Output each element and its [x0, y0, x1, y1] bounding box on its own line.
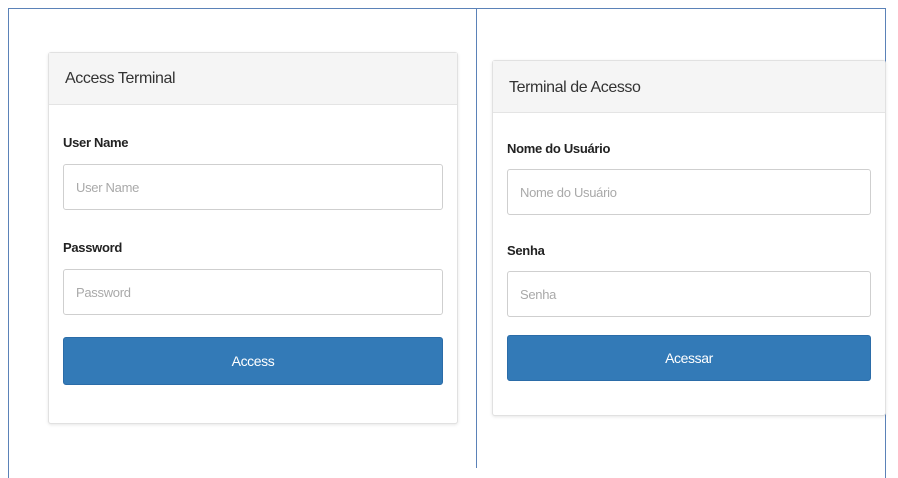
username-input[interactable] — [63, 164, 443, 210]
acessar-button[interactable]: Acessar — [507, 335, 871, 381]
access-button[interactable]: Access — [63, 337, 443, 385]
password-input[interactable] — [63, 269, 443, 315]
panel-body-portuguese: Nome do Usuário Senha Acessar — [493, 141, 885, 381]
password-label: Password — [63, 240, 123, 255]
senha-label: Senha — [507, 243, 545, 258]
panel-body-english: User Name Password Access — [49, 135, 457, 385]
nome-do-usuario-label: Nome do Usuário — [507, 141, 611, 156]
panel-heading-portuguese: Terminal de Acesso — [493, 61, 885, 113]
login-panel-portuguese: Terminal de Acesso Nome do Usuário Senha… — [492, 60, 886, 416]
username-label: User Name — [63, 135, 129, 150]
login-panel-english: Access Terminal User Name Password Acces… — [48, 52, 458, 424]
column-divider — [476, 8, 477, 468]
panel-heading-english: Access Terminal — [49, 53, 457, 105]
senha-input[interactable] — [507, 271, 871, 317]
nome-do-usuario-input[interactable] — [507, 169, 871, 215]
